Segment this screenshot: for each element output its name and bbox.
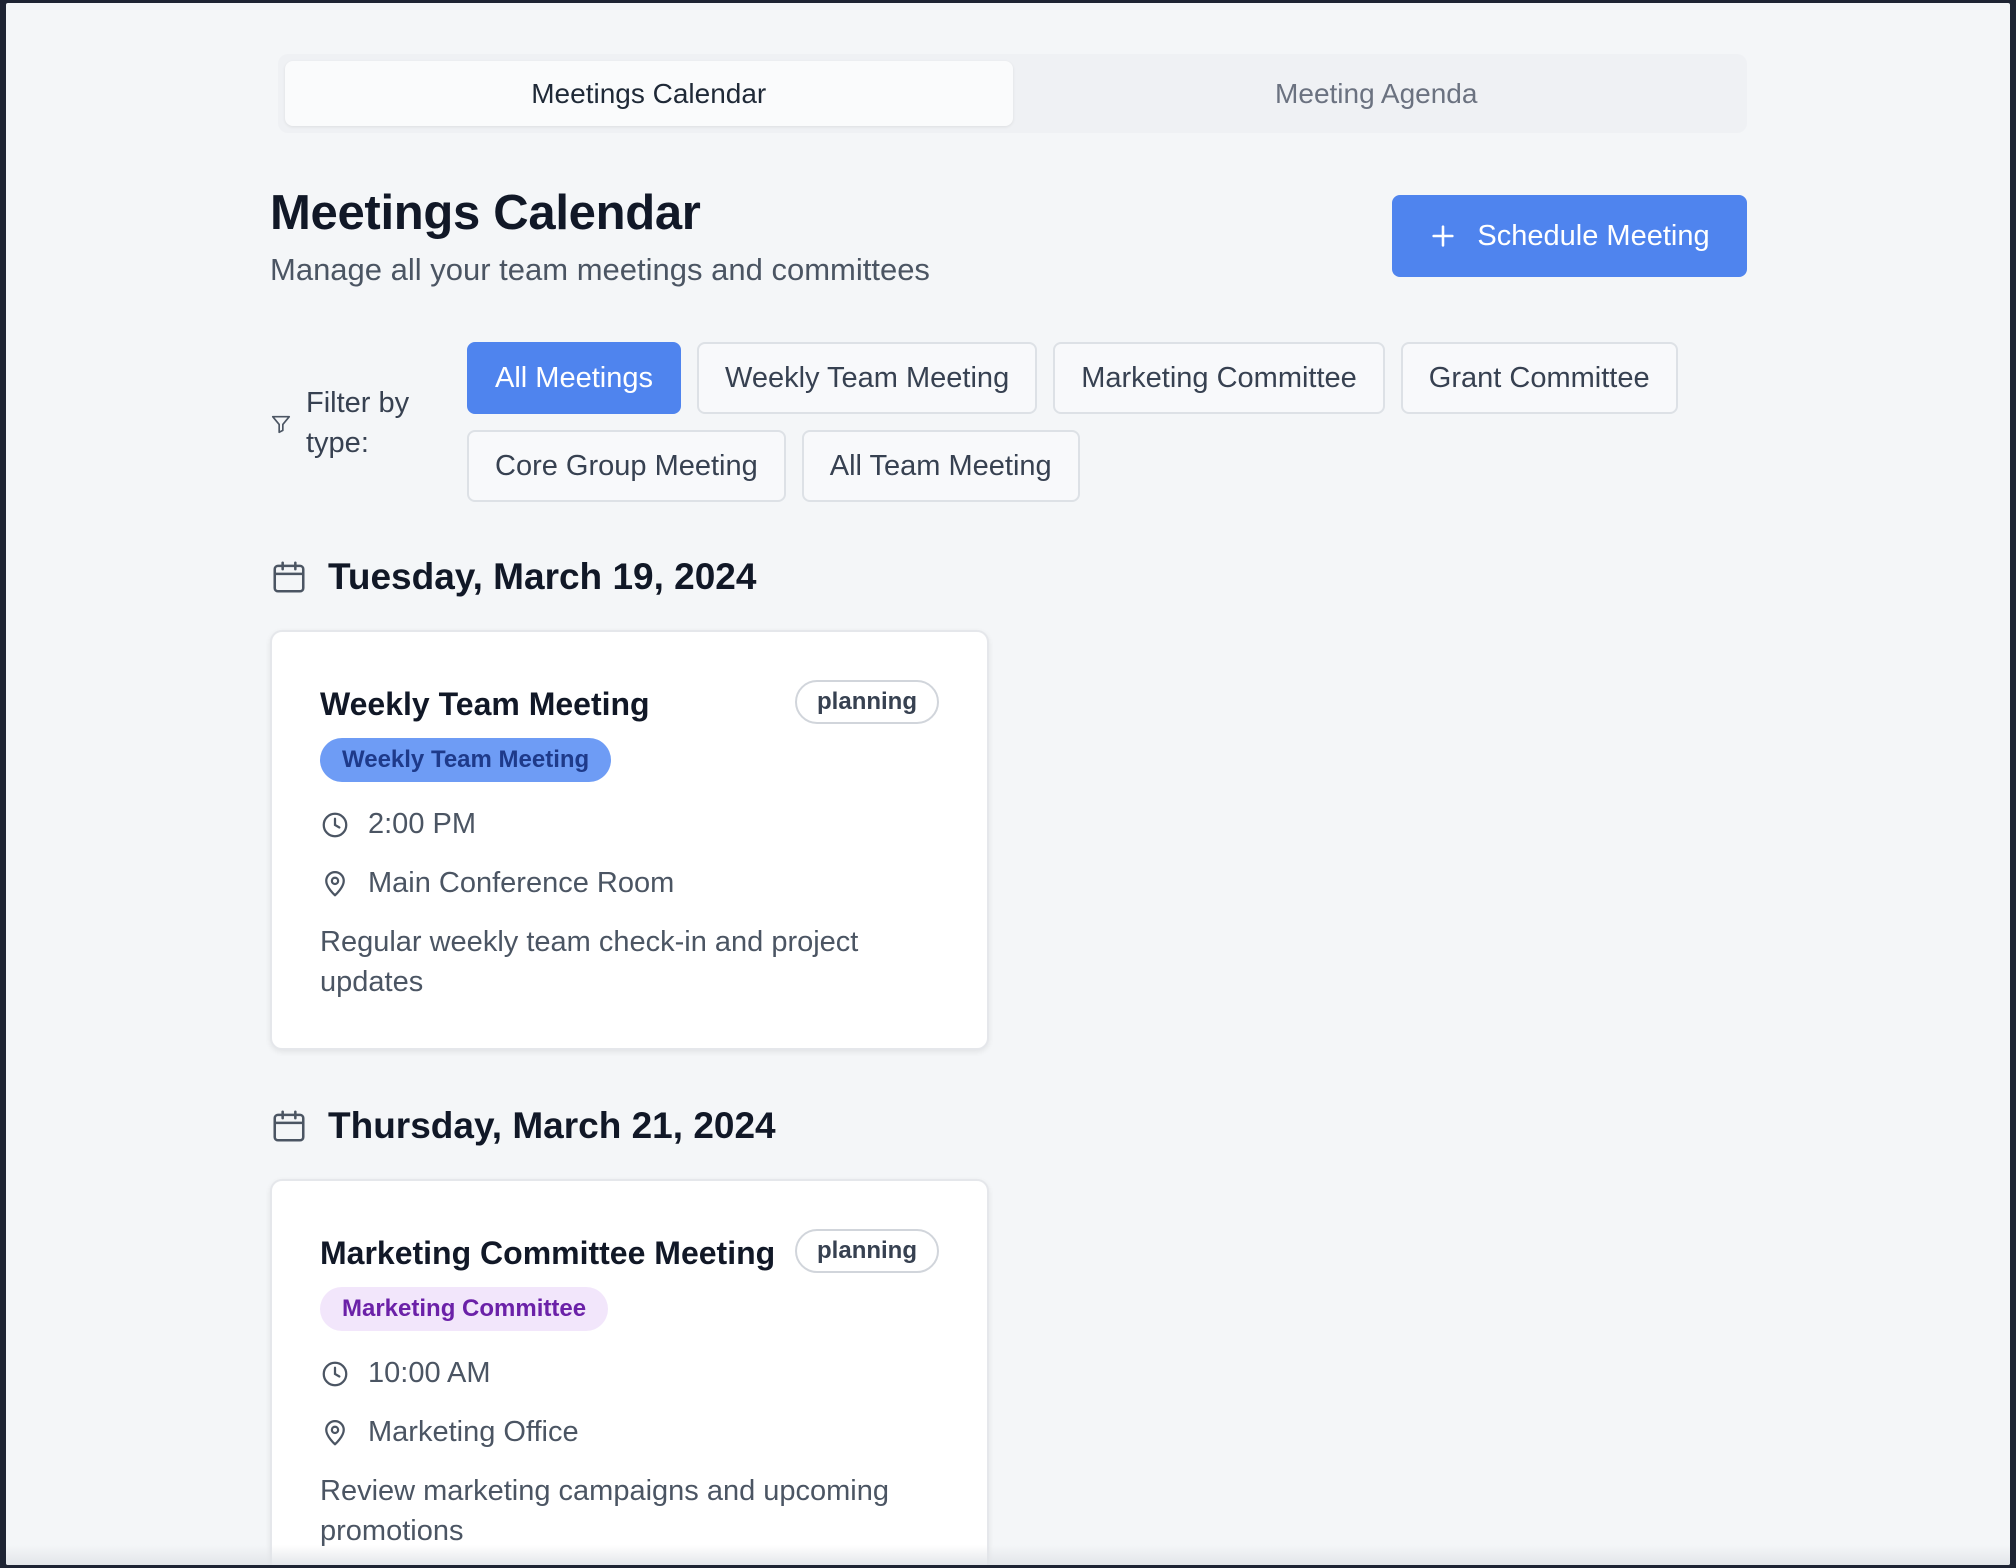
meeting-time-text: 2:00 PM bbox=[368, 808, 476, 840]
page-subtitle: Manage all your team meetings and commit… bbox=[270, 252, 930, 287]
filter-chips: All Meetings Weekly Team Meeting Marketi… bbox=[467, 342, 1747, 502]
filter-icon bbox=[271, 415, 291, 434]
status-badge: planning bbox=[795, 1229, 939, 1273]
plus-icon bbox=[1432, 225, 1455, 247]
meeting-title: Weekly Team Meeting bbox=[320, 686, 650, 722]
date-text: Tuesday, March 19, 2024 bbox=[328, 556, 757, 597]
filter-all-team-meeting[interactable]: All Team Meeting bbox=[801, 430, 1080, 502]
filter-marketing-committee[interactable]: Marketing Committee bbox=[1053, 342, 1385, 414]
meeting-description: Review marketing campaigns and upcoming … bbox=[320, 1475, 890, 1547]
filter-label: Filter by type: bbox=[270, 383, 426, 463]
card-header: Weekly Team Meeting planning bbox=[320, 680, 939, 724]
app-viewport: Meetings Calendar Meeting Agenda Meeting… bbox=[6, 3, 2010, 1565]
filter-grant-committee[interactable]: Grant Committee bbox=[1400, 342, 1678, 414]
schedule-meeting-label: Schedule Meeting bbox=[1477, 219, 1710, 252]
tab-meeting-agenda[interactable]: Meeting Agenda bbox=[1013, 61, 1741, 126]
meeting-time: 2:00 PM bbox=[320, 808, 939, 841]
meeting-title: Marketing Committee Meeting bbox=[320, 1235, 776, 1271]
meeting-type-badge: Marketing Committee bbox=[320, 1287, 609, 1331]
meeting-time: 10:00 AM bbox=[320, 1357, 939, 1390]
calendar-icon bbox=[273, 1110, 305, 1142]
meeting-description: Regular weekly team check-in and project… bbox=[320, 926, 859, 998]
meeting-time-text: 10:00 AM bbox=[368, 1357, 491, 1389]
schedule-meeting-button[interactable]: Schedule Meeting bbox=[1392, 195, 1747, 277]
meeting-type-badge: Weekly Team Meeting bbox=[320, 738, 612, 782]
clock-icon bbox=[322, 812, 348, 837]
date-text: Thursday, March 21, 2024 bbox=[328, 1105, 776, 1146]
page-title: Meetings Calendar bbox=[270, 186, 701, 240]
meeting-location-text: Marketing Office bbox=[368, 1416, 579, 1448]
tab-bar: Meetings Calendar Meeting Agenda bbox=[278, 54, 1747, 133]
scroll-fade bbox=[6, 1545, 2010, 1565]
filter-all-meetings[interactable]: All Meetings bbox=[467, 342, 681, 414]
clock-icon bbox=[322, 1361, 348, 1386]
meeting-location-text: Main Conference Room bbox=[368, 867, 675, 899]
date-header: Thursday, March 21, 2024 bbox=[270, 1105, 776, 1147]
map-pin-icon bbox=[325, 870, 345, 896]
meeting-card[interactable]: Marketing Committee Meeting planning Mar… bbox=[270, 1179, 989, 1565]
status-badge: planning bbox=[795, 680, 939, 724]
filter-label-text: Filter by type: bbox=[306, 387, 410, 459]
meeting-location: Main Conference Room bbox=[320, 867, 939, 900]
date-header: Tuesday, March 19, 2024 bbox=[270, 556, 756, 598]
calendar-icon bbox=[273, 561, 305, 593]
map-pin-icon bbox=[325, 1419, 345, 1445]
filter-core-group-meeting[interactable]: Core Group Meeting bbox=[467, 430, 786, 502]
card-header: Marketing Committee Meeting planning bbox=[320, 1229, 939, 1273]
meeting-card[interactable]: Weekly Team Meeting planning Weekly Team… bbox=[270, 630, 989, 1050]
meeting-location: Marketing Office bbox=[320, 1416, 939, 1449]
tab-meetings-calendar[interactable]: Meetings Calendar bbox=[285, 61, 1013, 126]
filter-weekly-team-meeting[interactable]: Weekly Team Meeting bbox=[696, 342, 1038, 414]
